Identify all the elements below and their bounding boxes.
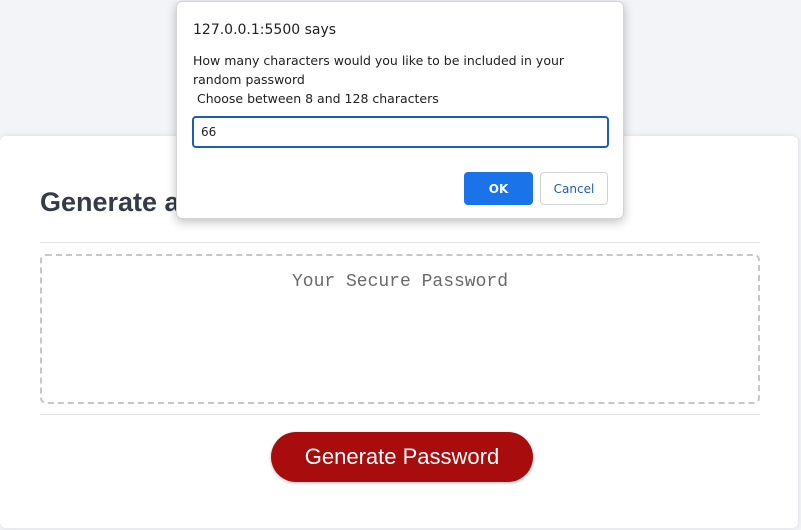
dialog-length-input[interactable] bbox=[192, 116, 609, 148]
generate-password-button[interactable]: Generate Password bbox=[271, 432, 533, 482]
dialog-cancel-button[interactable]: Cancel bbox=[540, 172, 608, 205]
card-divider-bottom bbox=[40, 414, 760, 415]
card-divider-top bbox=[40, 242, 760, 243]
dialog-message-line: How many characters would you like to be… bbox=[193, 53, 565, 87]
dialog-message-line: Choose between 8 and 128 characters bbox=[193, 91, 439, 106]
password-output[interactable] bbox=[40, 254, 760, 404]
prompt-dialog: 127.0.0.1:5500 says How many characters … bbox=[176, 1, 624, 219]
dialog-message: How many characters would you like to be… bbox=[193, 51, 603, 108]
dialog-origin: 127.0.0.1:5500 says bbox=[193, 22, 337, 38]
dialog-ok-button[interactable]: OK bbox=[464, 172, 533, 205]
